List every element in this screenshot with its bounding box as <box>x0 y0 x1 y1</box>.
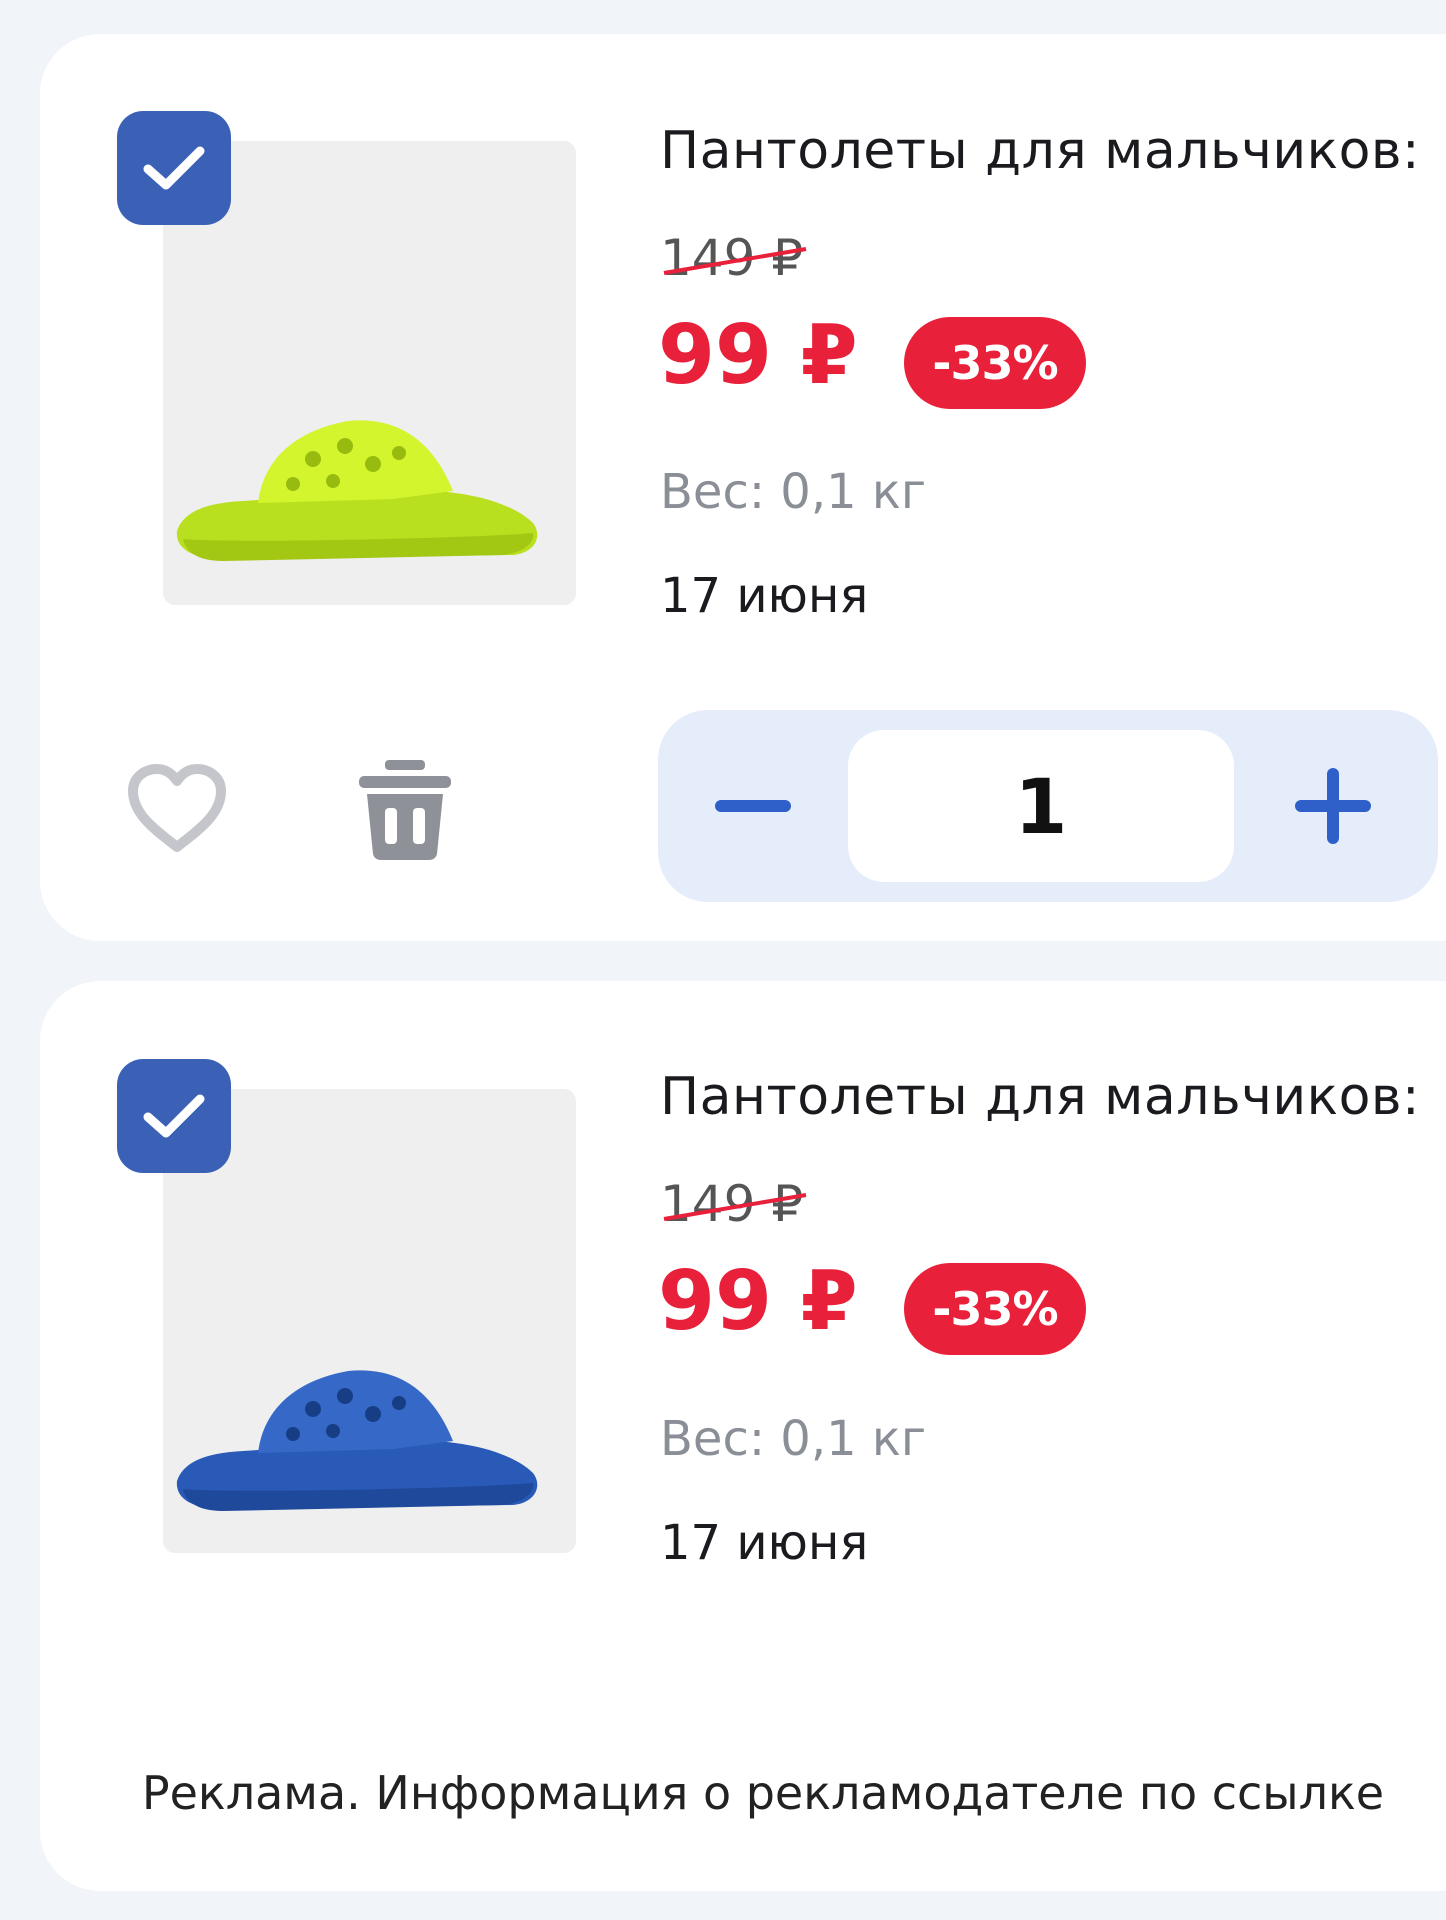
product-title[interactable]: Пантолеты для мальчиков: <box>660 1067 1420 1127</box>
trash-icon <box>359 760 451 860</box>
new-price: 99 ₽ <box>658 1254 858 1349</box>
delete-button[interactable] <box>350 754 460 864</box>
delivery-date: 17 июня <box>660 1515 869 1571</box>
old-price: 149 ₽ <box>660 229 807 287</box>
select-checkbox[interactable] <box>117 111 231 225</box>
cart-item-card: Пантолеты для мальчиков: 149 ₽ 99 ₽ -33%… <box>40 34 1446 941</box>
strikethrough-line <box>663 1193 807 1221</box>
quantity-stepper: 1 <box>658 710 1438 902</box>
select-checkbox[interactable] <box>117 1059 231 1173</box>
old-price: 149 ₽ <box>660 1175 807 1233</box>
cart-item-card: Пантолеты для мальчиков: 149 ₽ 99 ₽ -33%… <box>40 981 1446 1891</box>
new-price: 99 ₽ <box>658 308 858 403</box>
advertising-note[interactable]: Реклама. Информация о рекламодателе по с… <box>40 1766 1446 1820</box>
heart-icon <box>128 764 226 852</box>
minus-icon <box>715 800 791 812</box>
discount-badge: -33% <box>904 317 1086 409</box>
product-weight: Вес: 0,1 кг <box>660 464 927 520</box>
discount-badge: -33% <box>904 1263 1086 1355</box>
product-weight: Вес: 0,1 кг <box>660 1411 927 1467</box>
quantity-field[interactable]: 1 <box>848 730 1234 882</box>
favorite-button[interactable] <box>122 754 232 864</box>
increase-button[interactable] <box>1278 750 1388 862</box>
strikethrough-line <box>663 247 807 275</box>
plus-icon <box>1295 768 1371 844</box>
checkmark-icon <box>143 1094 205 1138</box>
product-title[interactable]: Пантолеты для мальчиков: <box>660 121 1420 181</box>
checkmark-icon <box>143 146 205 190</box>
delivery-date: 17 июня <box>660 568 869 624</box>
decrease-button[interactable] <box>698 750 808 862</box>
